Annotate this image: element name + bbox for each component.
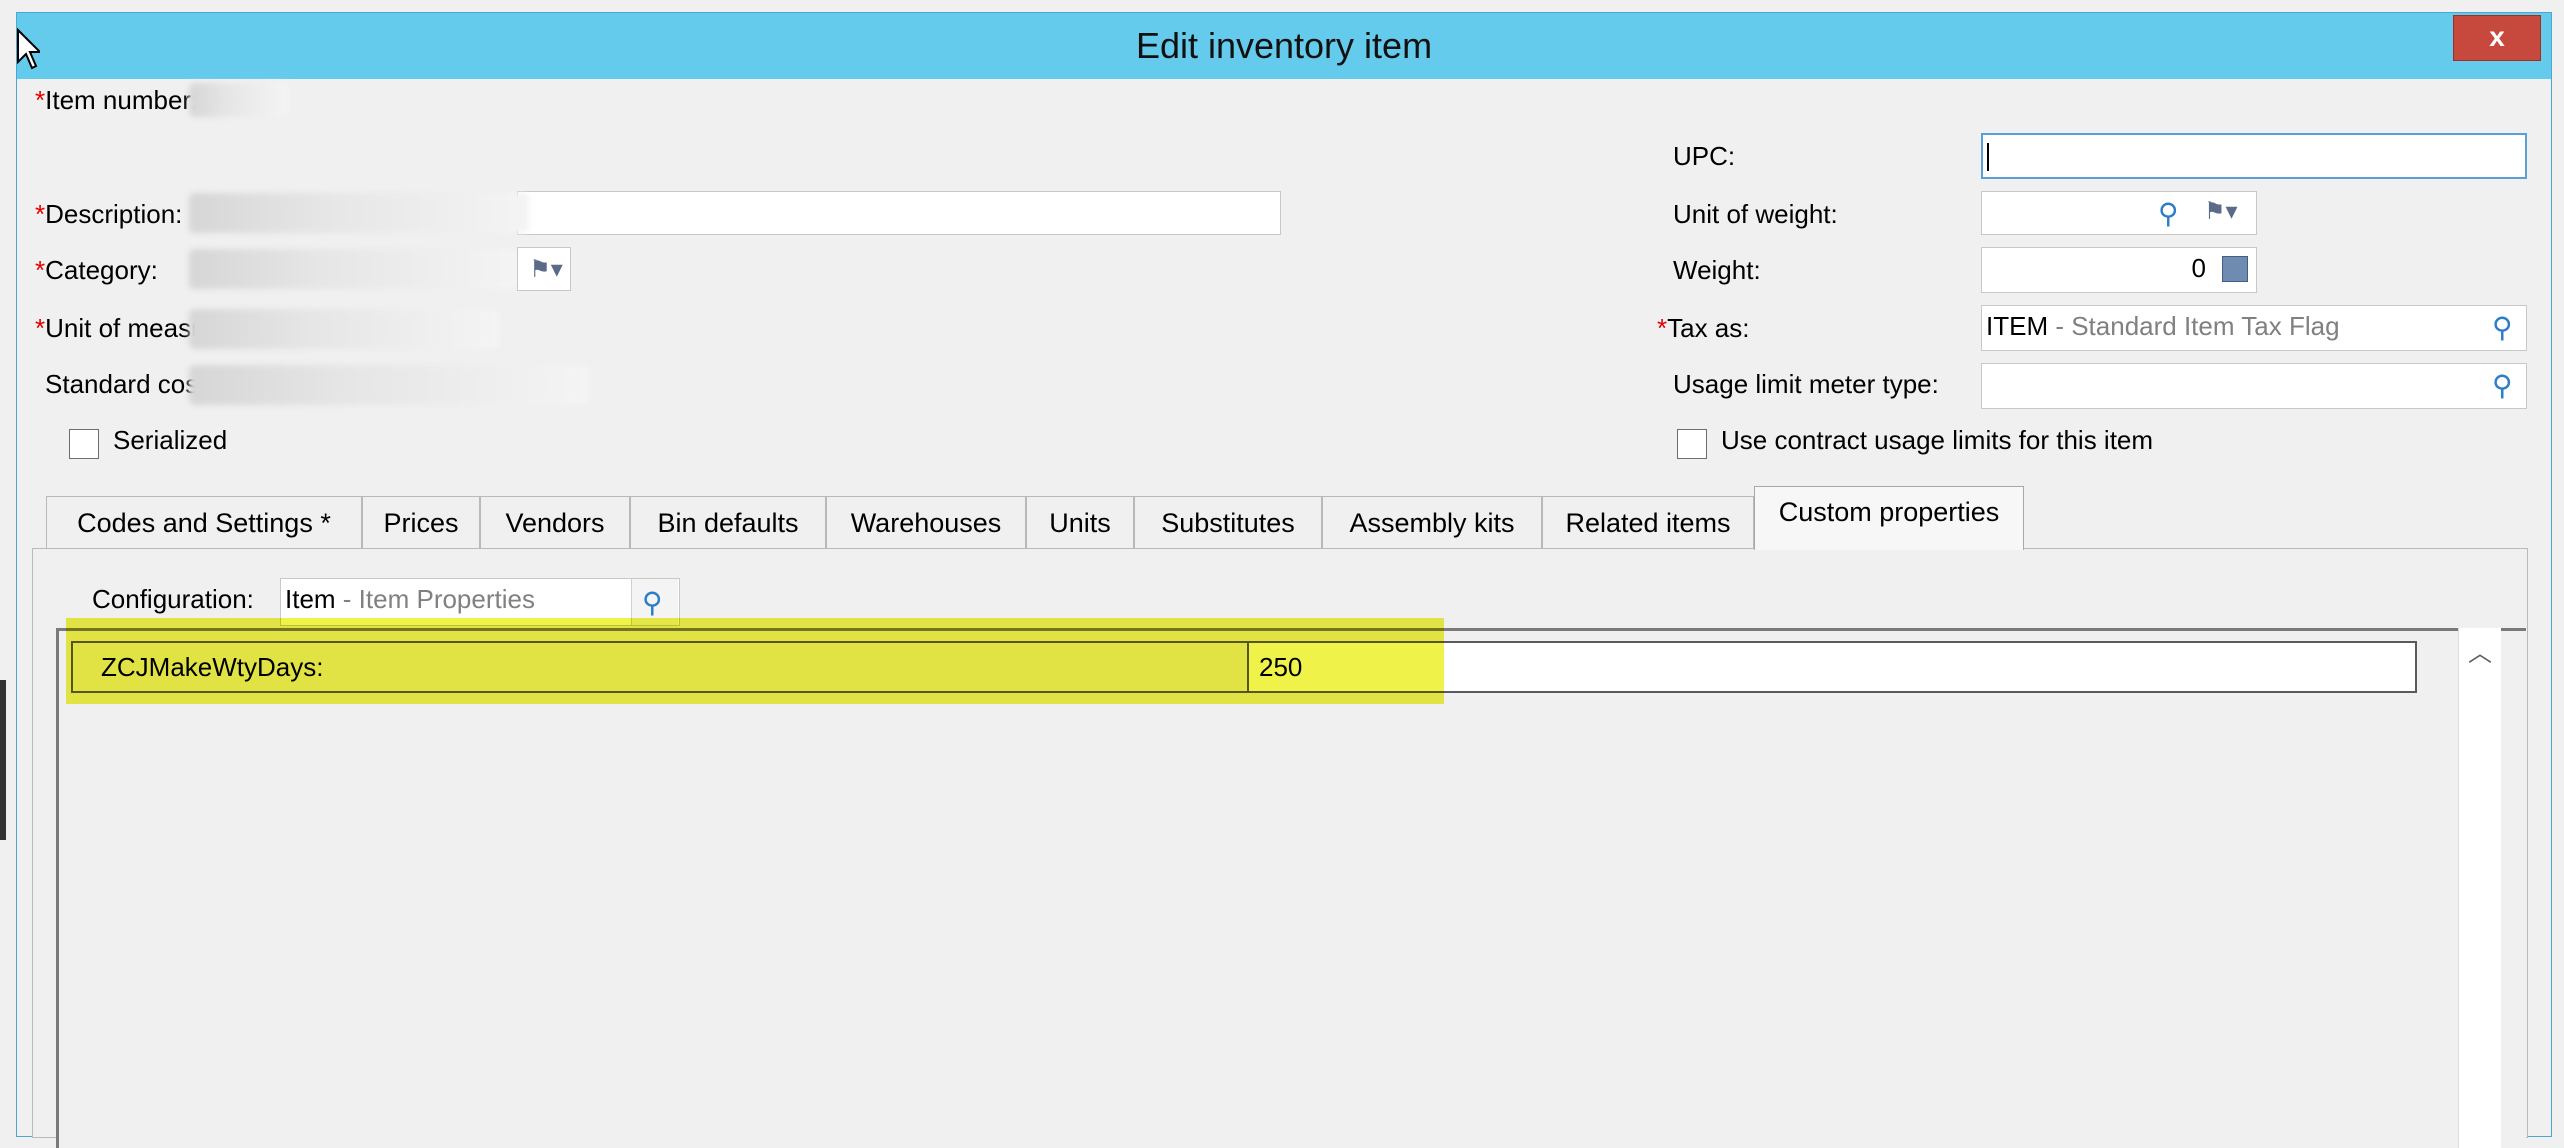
- tab-units[interactable]: Units: [1026, 496, 1134, 548]
- window-title: Edit inventory item: [1135, 25, 1433, 66]
- unit-of-weight-label: Unit of weight:: [1673, 199, 1838, 229]
- category-value-blurred: [189, 249, 519, 289]
- required-marker: *: [1657, 313, 1668, 343]
- item-number-label-text: Item number:: [45, 85, 199, 115]
- weight-value: 0: [2191, 253, 2206, 283]
- upc-label: UPC:: [1673, 141, 1736, 171]
- unit-of-measure-value-blurred: [189, 309, 499, 349]
- usage-limit-meter-type-label: Usage limit meter type:: [1673, 369, 1939, 399]
- close-button[interactable]: x: [2453, 15, 2541, 61]
- configuration-description: - Item Properties: [335, 584, 535, 614]
- item-number-label: *Item number:: [35, 85, 198, 116]
- serialized-checkbox[interactable]: [69, 429, 99, 459]
- flag-dropdown-icon: ⚑▾: [529, 256, 563, 283]
- tab-assembly-kits[interactable]: Assembly kits: [1322, 496, 1542, 548]
- upc-field[interactable]: [1981, 133, 2527, 179]
- weight-field[interactable]: 0: [1981, 247, 2257, 293]
- property-value-field[interactable]: 250: [1253, 643, 2419, 691]
- search-icon[interactable]: ⚲: [2492, 366, 2513, 406]
- tab-codes-and-settings[interactable]: Codes and Settings *: [46, 496, 362, 548]
- table-row: ZCJMakeWtyDays: 250: [71, 641, 2417, 693]
- category-label-text: Category:: [45, 255, 158, 285]
- category-flag-dropdown[interactable]: ⚑▾: [517, 247, 571, 291]
- use-contract-usage-limits-checkbox[interactable]: [1677, 429, 1707, 459]
- tax-as-description: - Standard Item Tax Flag: [2048, 311, 2340, 341]
- tax-as-label: *Tax as:: [1657, 313, 1750, 344]
- required-marker: *: [35, 313, 46, 343]
- tax-as-code: ITEM: [1986, 311, 2049, 341]
- configuration-field[interactable]: Item - Item Properties ⚲: [280, 578, 680, 626]
- standard-cost-value-blurred: [189, 365, 589, 405]
- mouse-pointer-icon: [17, 28, 40, 70]
- serialized-label: Serialized: [113, 425, 228, 455]
- desktop-edge: [0, 0, 16, 1137]
- standard-cost-label: Standard cost:: [45, 369, 213, 399]
- required-marker: *: [35, 199, 46, 229]
- properties-grid: ZCJMakeWtyDays: 250: [56, 628, 2526, 1148]
- required-marker: *: [35, 85, 46, 115]
- tax-as-label-text: Tax as:: [1667, 313, 1750, 343]
- calculator-icon[interactable]: [2222, 256, 2248, 282]
- desktop-strip: [0, 680, 6, 840]
- tab-prices[interactable]: Prices: [362, 496, 480, 548]
- tab-vendors[interactable]: Vendors: [480, 496, 630, 548]
- description-label: *Description:: [35, 199, 182, 230]
- description-value-blurred: [189, 193, 529, 233]
- description-field[interactable]: [517, 191, 1281, 235]
- weight-label: Weight:: [1673, 255, 1761, 285]
- chevron-up-icon[interactable]: ︿: [2459, 634, 2501, 674]
- configuration-label: Configuration:: [92, 584, 254, 614]
- property-name: ZCJMakeWtyDays:: [73, 643, 1249, 691]
- search-icon[interactable]: ⚲: [2158, 194, 2179, 234]
- tab-substitutes[interactable]: Substitutes: [1134, 496, 1322, 548]
- tab-bin-defaults[interactable]: Bin defaults: [630, 496, 826, 548]
- use-contract-usage-limits-label: Use contract usage limits for this item: [1721, 425, 2154, 455]
- tab-custom-properties[interactable]: Custom properties: [1754, 486, 2024, 550]
- tax-as-field[interactable]: ITEM - Standard Item Tax Flag ⚲: [1981, 305, 2527, 351]
- tab-warehouses[interactable]: Warehouses: [826, 496, 1026, 548]
- tab-related-items[interactable]: Related items: [1542, 496, 1754, 548]
- title-bar[interactable]: Edit inventory item x: [17, 13, 2551, 79]
- usage-limit-meter-type-field[interactable]: ⚲: [1981, 363, 2527, 409]
- description-label-text: Description:: [45, 199, 183, 229]
- flag-dropdown-icon[interactable]: ⚑▾: [2204, 192, 2238, 232]
- unit-of-weight-field[interactable]: ⚲ ⚑▾: [1981, 191, 2257, 235]
- category-label: *Category:: [35, 255, 158, 286]
- configuration-search-button[interactable]: ⚲: [631, 579, 678, 625]
- search-icon[interactable]: ⚲: [2492, 308, 2513, 348]
- text-cursor: [1987, 143, 1989, 172]
- required-marker: *: [35, 255, 46, 285]
- search-icon: ⚲: [642, 587, 663, 618]
- configuration-code: Item: [285, 584, 336, 614]
- item-number-value-blurred: [189, 83, 289, 117]
- grid-scrollbar[interactable]: ︿: [2458, 628, 2501, 1148]
